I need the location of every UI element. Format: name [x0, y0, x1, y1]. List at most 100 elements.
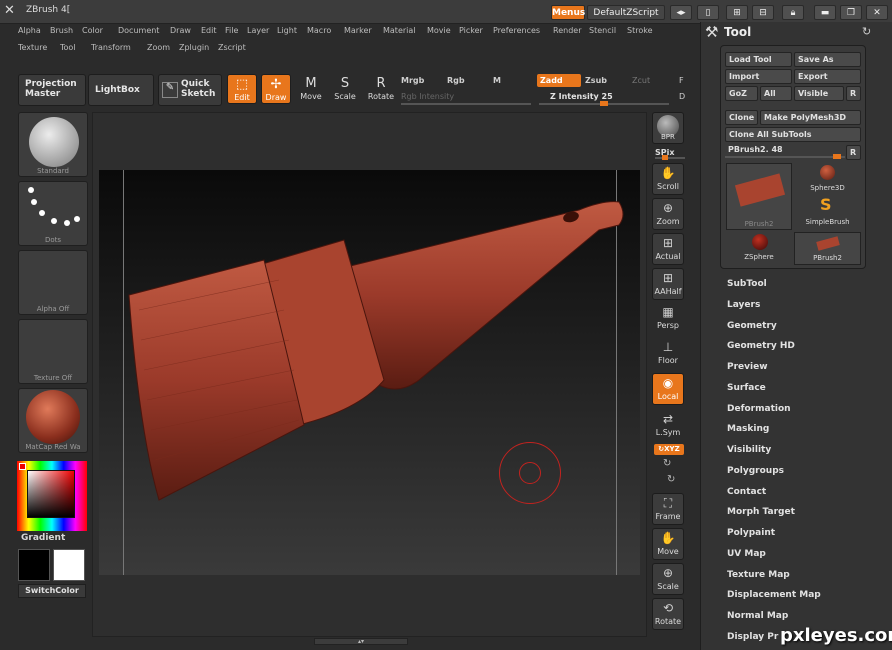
clone-all-subtools-button[interactable]: Clone All SubTools [725, 127, 861, 142]
section-display-properties[interactable]: Display Pr [727, 632, 778, 642]
aahalf-button[interactable]: ⊞ AAHalf [652, 268, 684, 300]
menu-document[interactable]: Document [118, 26, 159, 35]
clone-button[interactable]: Clone [725, 110, 758, 125]
rotate-y-icon[interactable]: ↻ [663, 458, 671, 469]
visible-button[interactable]: Visible [794, 86, 844, 101]
edit-button[interactable]: ⬚ Edit [227, 74, 257, 104]
close-icon[interactable]: ✕ [866, 5, 888, 20]
make-polymesh3d-button[interactable]: Make PolyMesh3D [760, 110, 861, 125]
menu-alpha[interactable]: Alpha [18, 26, 41, 35]
tool-thumb-simplebrush[interactable]: S SimpleBrush [794, 195, 861, 230]
section-uv-map[interactable]: UV Map [727, 549, 766, 559]
persp-button[interactable]: ▦ Persp [652, 303, 684, 335]
section-deformation[interactable]: Deformation [727, 404, 791, 414]
tool-thumb-sphere3d[interactable]: Sphere3D [794, 163, 861, 196]
import-button[interactable]: Import [725, 69, 792, 84]
m-toggle[interactable]: M [493, 76, 501, 85]
goz-button[interactable]: GoZ [725, 86, 758, 101]
section-polypaint[interactable]: Polypaint [727, 528, 775, 538]
rotate-z-icon[interactable]: ↻ [667, 474, 675, 485]
section-layers[interactable]: Layers [727, 300, 760, 310]
move-view-button[interactable]: ✋ Move [652, 528, 684, 560]
menu-zoom[interactable]: Zoom [147, 43, 170, 52]
palette-icon[interactable]: ◂▸ [670, 5, 692, 20]
gradient-toggle[interactable]: Gradient [21, 533, 65, 543]
menu-file[interactable]: File [225, 26, 238, 35]
section-polygroups[interactable]: Polygroups [727, 466, 784, 476]
menu-transform[interactable]: Transform [91, 43, 131, 52]
menu-marker[interactable]: Marker [344, 26, 372, 35]
scroll-button[interactable]: ✋ Scroll [652, 163, 684, 195]
refresh-icon[interactable]: ↻ [862, 25, 871, 38]
tool-slider-handle[interactable] [833, 154, 841, 159]
menu-layer[interactable]: Layer [247, 26, 269, 35]
menu-movie[interactable]: Movie [427, 26, 451, 35]
menu-draw[interactable]: Draw [170, 26, 191, 35]
menu-material[interactable]: Material [383, 26, 416, 35]
canvas[interactable] [99, 170, 640, 575]
menu-tool[interactable]: Tool [60, 43, 76, 52]
layout-icon[interactable]: ⊞ [726, 5, 748, 20]
section-masking[interactable]: Masking [727, 424, 769, 434]
menus-button[interactable]: Menus [551, 5, 585, 20]
menu-preferences[interactable]: Preferences [493, 26, 540, 35]
menu-stroke[interactable]: Stroke [627, 26, 653, 35]
menu-color[interactable]: Color [82, 26, 103, 35]
spix-handle[interactable] [662, 155, 668, 160]
z-intensity-handle[interactable] [600, 101, 608, 106]
menu-zscript[interactable]: Zscript [218, 43, 246, 52]
section-texture-map[interactable]: Texture Map [727, 570, 790, 580]
tool-thumb-zsphere[interactable]: ZSphere [726, 232, 792, 265]
canvas-scroll-handle-icon[interactable]: ▴▾ [314, 638, 408, 645]
switch-color-button[interactable]: SwitchColor [18, 584, 86, 598]
texture-off[interactable]: Texture Off [18, 319, 88, 384]
mrgb-toggle[interactable]: Mrgb [401, 76, 424, 85]
export-button[interactable]: Export [794, 69, 861, 84]
scale-view-button[interactable]: ⊕ Scale [652, 563, 684, 595]
section-subtool[interactable]: SubTool [727, 279, 767, 289]
section-displacement-map[interactable]: Displacement Map [727, 590, 821, 600]
section-geometry[interactable]: Geometry [727, 321, 777, 331]
load-tool-button[interactable]: Load Tool [725, 52, 792, 67]
alpha-off[interactable]: Alpha Off [18, 250, 88, 315]
r-button[interactable]: R [846, 86, 861, 101]
xyz-button[interactable]: ↻XYZ [654, 444, 684, 455]
z-intensity-slider[interactable]: Z Intensity 25 [550, 92, 613, 101]
floor-button[interactable]: ⊥ Floor [652, 338, 684, 370]
color-square[interactable] [27, 470, 75, 518]
rotate-button[interactable]: R Rotate [366, 74, 396, 104]
menu-brush[interactable]: Brush [50, 26, 73, 35]
save-as-button[interactable]: Save As [794, 52, 861, 67]
matcap-material[interactable]: MatCap Red Wa [18, 388, 88, 453]
lightbox-button[interactable]: LightBox [88, 74, 154, 106]
stroke-dots[interactable]: Dots [18, 181, 88, 246]
lsym-button[interactable]: ⇄ L.Sym [652, 410, 684, 442]
scale-button[interactable]: S Scale [330, 74, 360, 104]
bpr-button[interactable]: BPR [652, 112, 684, 144]
draw-button[interactable]: ✢ Draw [261, 74, 291, 104]
r2-button[interactable]: R [846, 145, 861, 160]
menu-stencil[interactable]: Stencil [589, 26, 616, 35]
maximize-icon[interactable]: ❐ [840, 5, 862, 20]
section-normal-map[interactable]: Normal Map [727, 611, 788, 621]
section-morph-target[interactable]: Morph Target [727, 507, 795, 517]
section-contact[interactable]: Contact [727, 487, 766, 497]
main-color-swatch[interactable] [18, 549, 50, 581]
projection-master-button[interactable]: Projection Master [18, 74, 86, 106]
menu-edit[interactable]: Edit [201, 26, 217, 35]
default-zscript-button[interactable]: DefaultZScript [587, 5, 665, 20]
color-picker[interactable] [17, 461, 87, 531]
zcut-toggle[interactable]: Zcut [632, 76, 650, 85]
frame-button[interactable]: ⛶ Frame [652, 493, 684, 525]
brush-standard[interactable]: Standard [18, 112, 88, 177]
menu-macro[interactable]: Macro [307, 26, 331, 35]
secondary-color-swatch[interactable] [53, 549, 85, 581]
rgb-toggle[interactable]: Rgb [447, 76, 465, 85]
local-button[interactable]: ◉ Local [652, 373, 684, 405]
all-button[interactable]: All [760, 86, 792, 101]
section-surface[interactable]: Surface [727, 383, 766, 393]
zadd-toggle[interactable]: Zadd [537, 74, 581, 87]
section-geometry-hd[interactable]: Geometry HD [727, 341, 795, 351]
tool-thumb-pbrush2[interactable]: PBrush2 [726, 163, 792, 230]
actual-button[interactable]: ⊞ Actual [652, 233, 684, 265]
